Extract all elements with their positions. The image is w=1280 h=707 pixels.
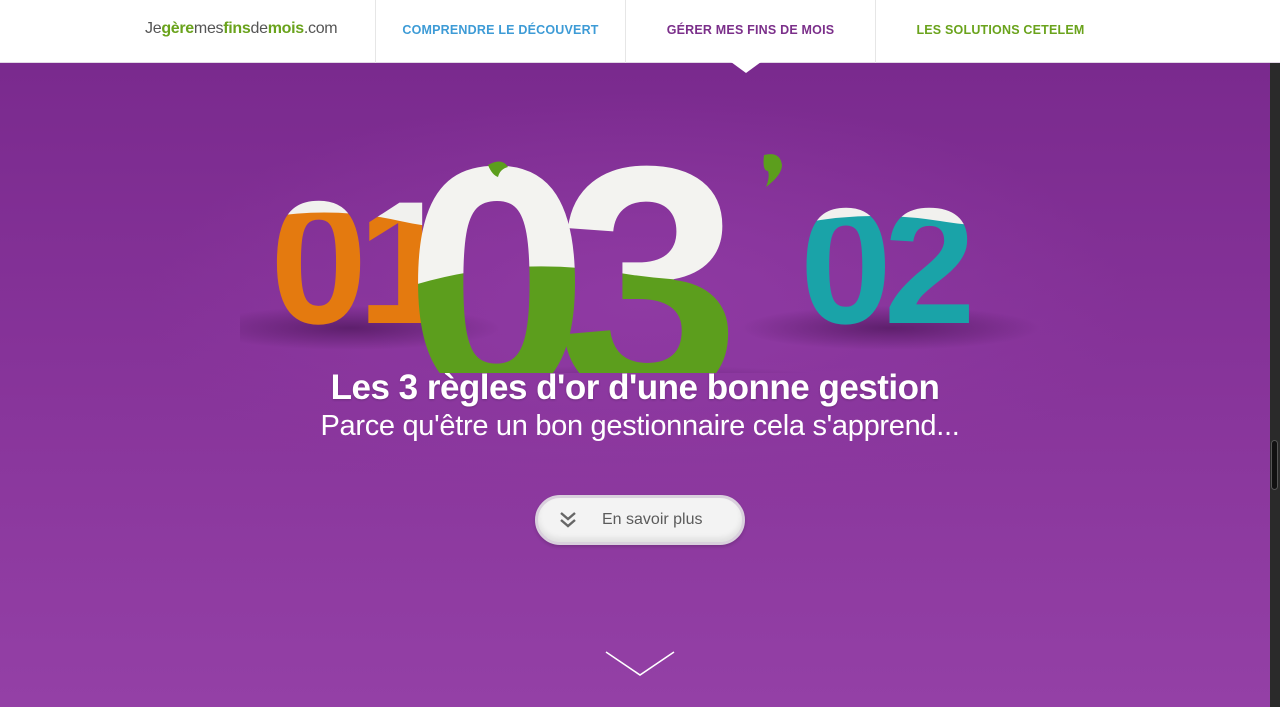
en-savoir-plus-button[interactable]: En savoir plus (535, 495, 745, 545)
nav-gerer-mes-fins-de-mois[interactable]: GÉRER MES FINS DE MOIS (626, 0, 875, 63)
scrollbar-track[interactable] (1270, 63, 1280, 707)
nav-comprendre-le-decouvert[interactable]: COMPRENDRE LE DÉCOUVERT (376, 0, 625, 63)
quote-mark-right (763, 154, 782, 187)
top-navigation-bar: Jegèremesfinsdemois.com COMPRENDRE LE DÉ… (0, 0, 1280, 63)
double-chevron-down-icon (558, 510, 578, 535)
logo-part: de (250, 20, 269, 37)
hero-subtitle: Parce qu'être un bon gestionnaire cela s… (320, 410, 960, 442)
logo-part: .com (303, 20, 338, 37)
scroll-down-chevron-icon[interactable] (605, 651, 675, 682)
logo-part: mois (267, 20, 304, 37)
site-logo[interactable]: Jegèremesfinsdemois.com (145, 20, 338, 38)
active-tab-indicator (731, 62, 761, 73)
hero-title: Les 3 règles d'or d'une bonne gestion (330, 368, 940, 407)
numbers-illustration: 01 02 03 (240, 103, 1040, 373)
hero-section: 01 02 03 Les 3 règl (0, 63, 1270, 707)
cta-label: En savoir plus (602, 511, 703, 528)
logo-part: gère (161, 20, 194, 37)
logo-part: mes (193, 20, 224, 37)
logo-part: fins (223, 20, 251, 37)
nav-les-solutions-cetelem[interactable]: LES SOLUTIONS CETELEM (876, 0, 1125, 63)
logo-part: Je (145, 20, 162, 37)
scrollbar-thumb[interactable] (1271, 440, 1278, 490)
